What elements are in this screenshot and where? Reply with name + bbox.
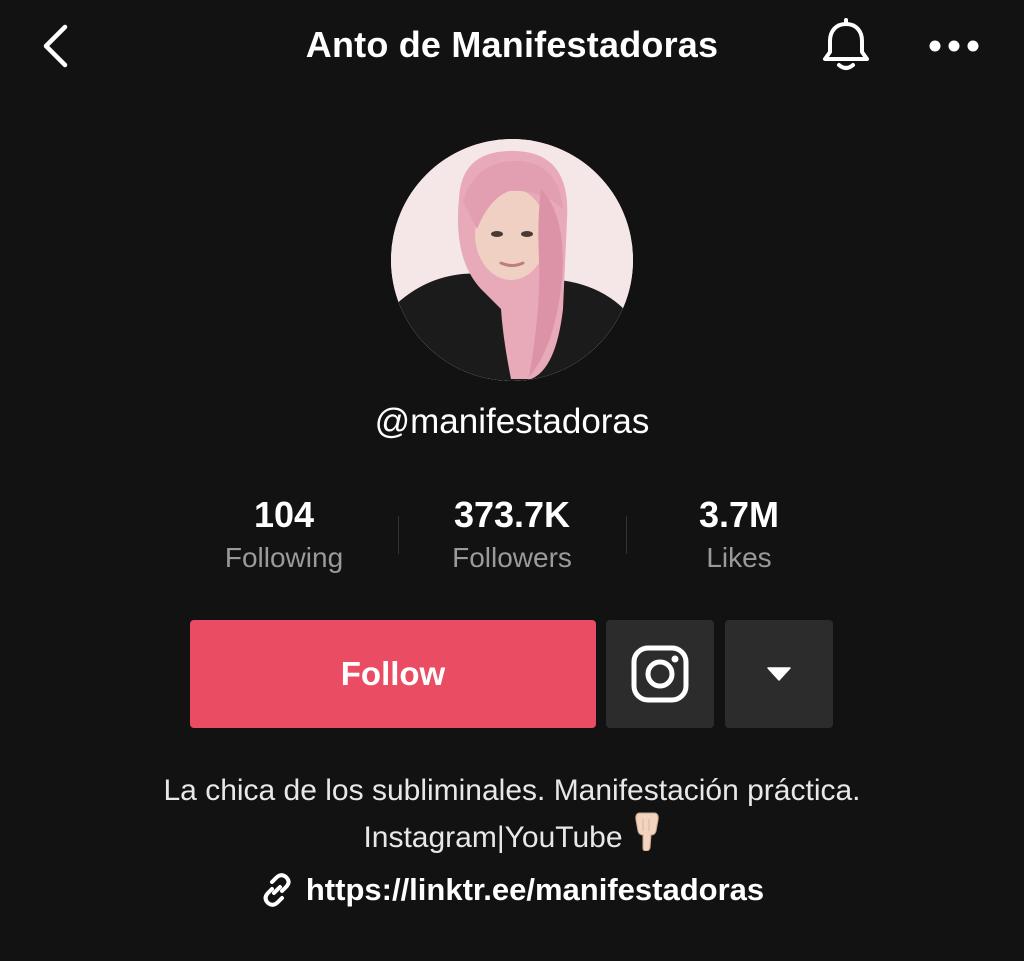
top-nav-bar: Anto de Manifestadoras [0, 0, 1024, 96]
pointing-down-hand-icon [633, 811, 661, 862]
link-icon [263, 873, 291, 907]
stat-followers-label: Followers [452, 542, 572, 573]
stat-likes-value: 3.7M [698, 494, 780, 535]
stat-followers[interactable]: 373.7K Followers [412, 494, 612, 576]
follow-button[interactable]: Follow [190, 620, 596, 728]
page-title: Anto de Manifestadoras [305, 24, 719, 65]
stat-following-value: 104 [253, 494, 315, 535]
more-options-button[interactable] [922, 20, 986, 72]
notification-bell-button[interactable] [816, 16, 876, 76]
instagram-button[interactable] [606, 620, 714, 728]
back-button[interactable] [30, 18, 82, 74]
stat-divider [626, 516, 627, 554]
more-horizontal-icon [929, 40, 979, 52]
stat-following[interactable]: 104 Following [184, 494, 384, 576]
profile-username: @manifestadoras [374, 402, 650, 441]
stat-following-label: Following [224, 542, 344, 573]
stat-divider [398, 516, 399, 554]
profile-bio: La chica de los subliminales. Manifestac… [60, 770, 964, 862]
avatar-image [391, 139, 633, 381]
bio-line-2-text: Instagram|YouTube [363, 821, 623, 854]
bio-line-2: Instagram|YouTube [60, 811, 964, 862]
instagram-icon [631, 645, 689, 703]
bio-line-1: La chica de los subliminales. Manifestac… [163, 774, 861, 807]
profile-avatar[interactable] [391, 139, 633, 381]
profile-link-url[interactable]: https://linktr.ee/manifestadoras [306, 872, 764, 908]
suggested-accounts-dropdown-button[interactable] [725, 620, 833, 728]
stat-likes: 3.7M Likes [639, 494, 839, 576]
caret-down-icon [767, 667, 791, 681]
chevron-left-icon [43, 24, 68, 68]
bell-icon [823, 18, 869, 70]
stat-followers-value: 373.7K [453, 494, 571, 535]
stat-likes-label: Likes [706, 542, 772, 573]
profile-link[interactable]: https://linktr.ee/manifestadoras [212, 872, 812, 908]
